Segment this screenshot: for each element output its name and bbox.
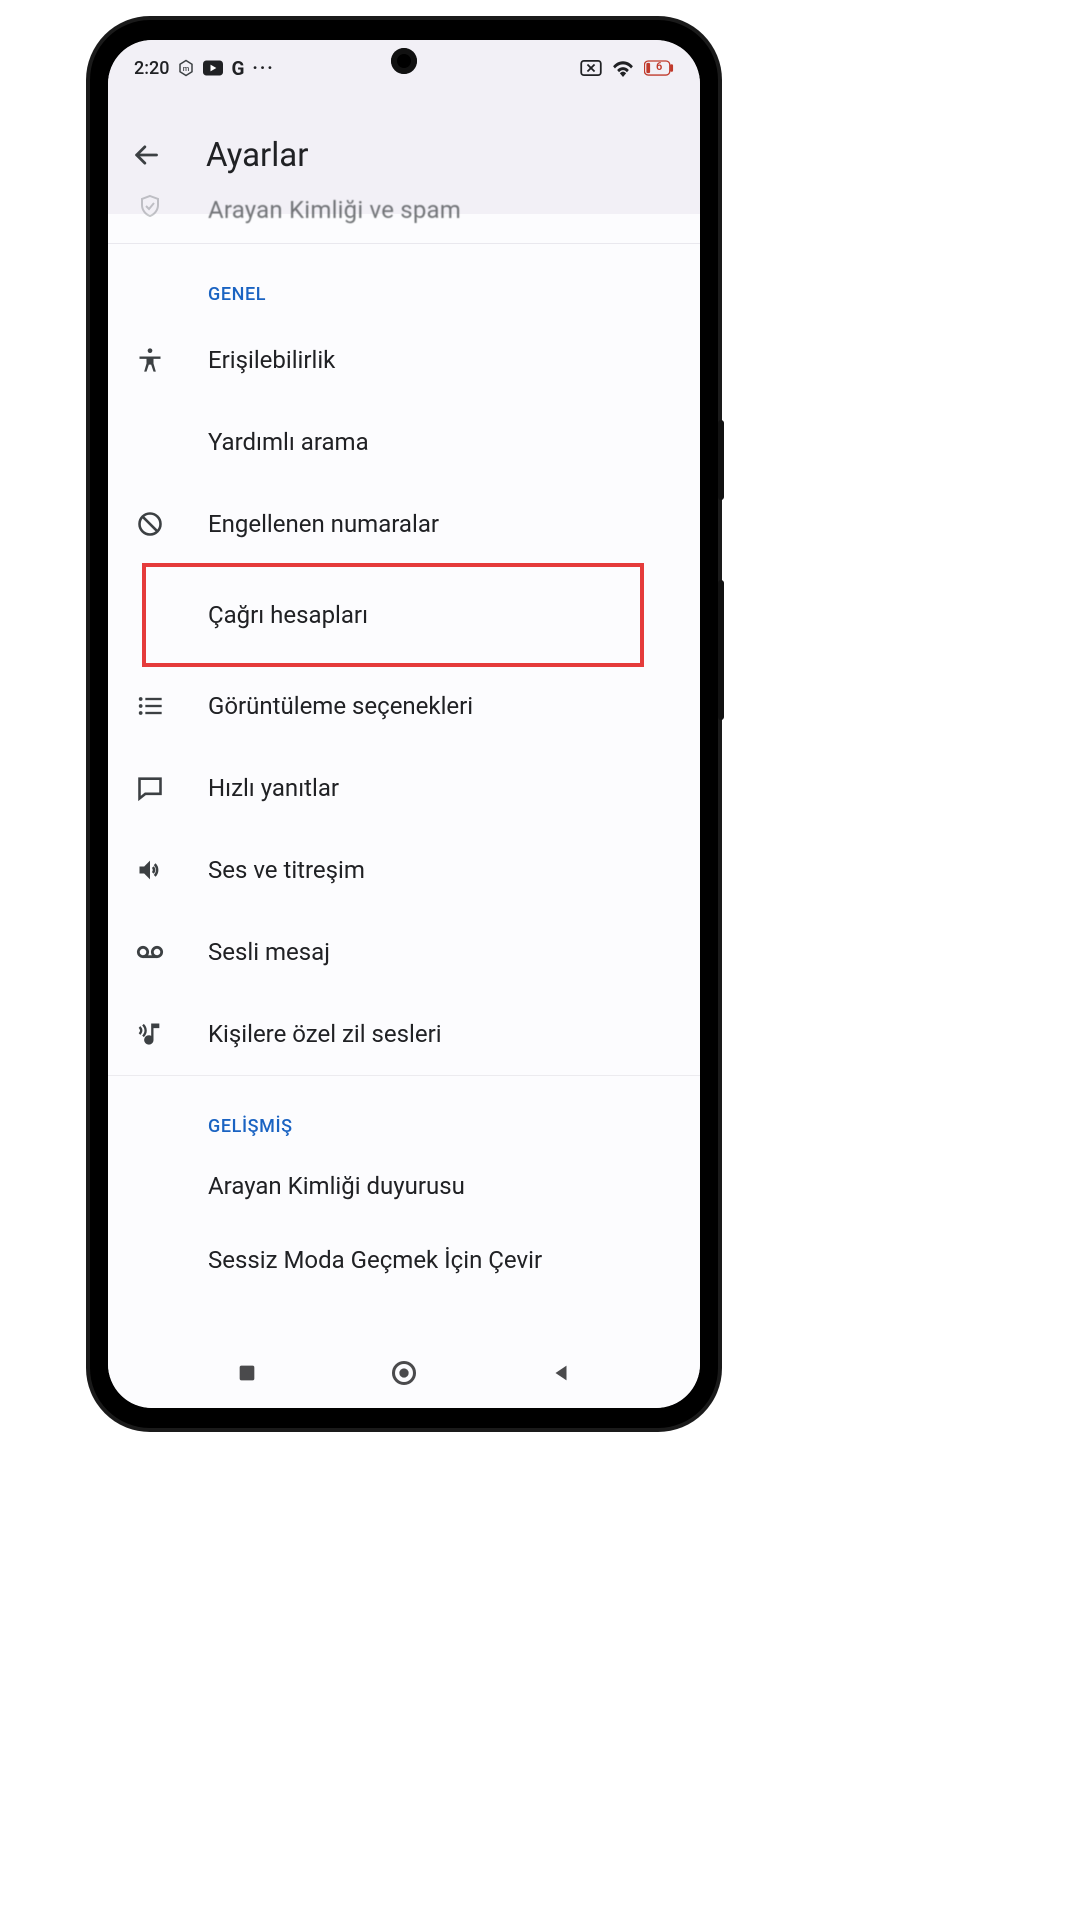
google-g-icon: G xyxy=(231,57,244,80)
settings-label: Yardımlı arama xyxy=(208,428,369,456)
youtube-icon xyxy=(203,60,223,76)
status-time: 2:20 xyxy=(134,58,169,79)
settings-row-sound-vibration[interactable]: Ses ve titreşim xyxy=(108,829,700,911)
nav-recents-button[interactable] xyxy=(229,1355,265,1391)
accessibility-icon xyxy=(136,346,164,374)
ringtone-icon xyxy=(136,1020,164,1048)
section-header-general: GENEL xyxy=(108,244,700,319)
volume-icon xyxy=(136,856,164,884)
circle-icon xyxy=(390,1359,418,1387)
chat-icon xyxy=(136,774,164,802)
phone-side-button xyxy=(718,580,724,720)
list-icon xyxy=(136,692,164,720)
settings-row-accessibility[interactable]: Erişilebilirlik xyxy=(108,319,700,401)
settings-label: Çağrı hesapları xyxy=(208,601,368,629)
settings-label: Sesli mesaj xyxy=(208,938,330,966)
settings-row-assisted-dialing[interactable]: Yardımlı arama xyxy=(108,401,700,483)
settings-label: Ses ve titreşim xyxy=(208,856,365,884)
settings-row-callerid-announce[interactable]: Arayan Kimliği duyurusu xyxy=(108,1151,700,1221)
mi-badge-icon: m xyxy=(177,59,195,77)
settings-row-call-accounts[interactable]: Çağrı hesapları xyxy=(108,565,700,665)
settings-row-contact-ringtones[interactable]: Kişilere özel zil sesleri xyxy=(108,993,700,1075)
page-title: Ayarlar xyxy=(206,136,308,175)
voicemail-icon xyxy=(136,938,164,966)
section-header-advanced: GELİŞMİŞ xyxy=(108,1076,700,1151)
settings-row-cutoff[interactable]: Arayan Kimliği ve spam xyxy=(108,214,700,244)
phone-screen: 2:20 m G ··· 6 Ayarl xyxy=(108,40,700,1408)
more-notifications-icon: ··· xyxy=(252,58,274,79)
nav-home-button[interactable] xyxy=(386,1355,422,1391)
settings-row-quick-responses[interactable]: Hızlı yanıtlar xyxy=(108,747,700,829)
nav-back-button[interactable] xyxy=(543,1355,579,1391)
settings-content: Arayan Kimliği ve spam GENEL Erişilebili… xyxy=(108,214,700,1299)
wifi-icon xyxy=(612,59,634,77)
shield-check-icon xyxy=(138,194,162,218)
camera-notch xyxy=(391,48,417,74)
block-icon xyxy=(136,510,164,538)
settings-row-display-options[interactable]: Görüntüleme seçenekleri xyxy=(108,665,700,747)
arrow-back-icon xyxy=(132,141,160,169)
square-icon xyxy=(236,1362,258,1384)
x-card-icon xyxy=(580,60,602,76)
settings-label: Engellenen numaralar xyxy=(208,510,439,538)
settings-label: Görüntüleme seçenekleri xyxy=(208,692,473,720)
svg-text:m: m xyxy=(183,64,190,73)
settings-label: Erişilebilirlik xyxy=(208,346,335,374)
back-button[interactable] xyxy=(122,131,170,179)
settings-row-flip-to-silence[interactable]: Sessiz Moda Geçmek İçin Çevir xyxy=(108,1221,700,1299)
settings-label: Sessiz Moda Geçmek İçin Çevir xyxy=(208,1246,542,1274)
settings-row-voicemail[interactable]: Sesli mesaj xyxy=(108,911,700,993)
settings-row-blocked-numbers[interactable]: Engellenen numaralar xyxy=(108,483,700,565)
settings-label: Kişilere özel zil sesleri xyxy=(208,1020,442,1048)
settings-label-cutoff: Arayan Kimliği ve spam xyxy=(208,196,461,224)
system-nav-bar xyxy=(108,1338,700,1408)
phone-side-button xyxy=(718,420,724,500)
settings-label: Hızlı yanıtlar xyxy=(208,774,339,802)
battery-low-icon: 6 xyxy=(644,60,674,76)
battery-text: 6 xyxy=(656,60,662,73)
triangle-back-icon xyxy=(550,1362,572,1384)
settings-label: Arayan Kimliği duyurusu xyxy=(208,1172,465,1200)
